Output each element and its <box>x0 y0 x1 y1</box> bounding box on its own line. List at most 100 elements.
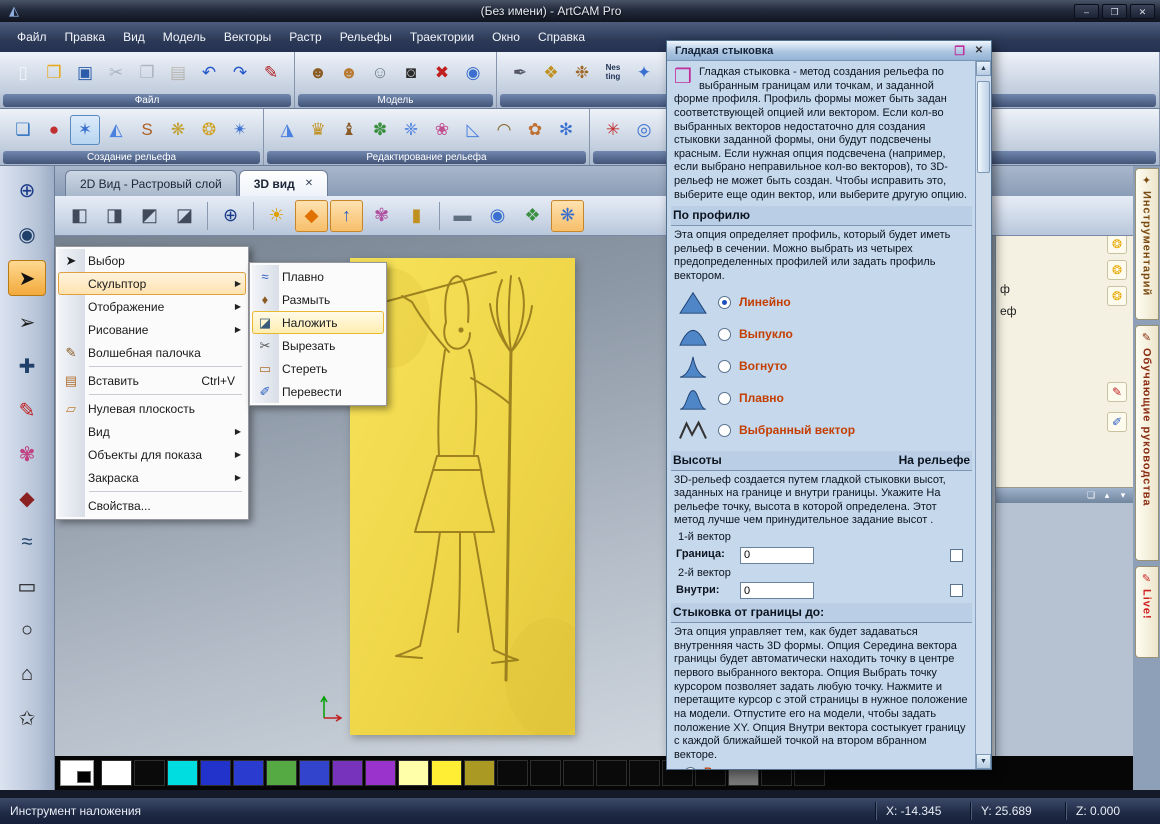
minimize-button[interactable]: – <box>1074 4 1099 19</box>
greyscale-view-icon[interactable]: ☺ <box>365 58 395 88</box>
menu-item-вырезать[interactable]: ✂Вырезать <box>252 334 384 357</box>
stamp-relief-icon[interactable]: ❀ <box>427 115 457 145</box>
blend-option[interactable]: В середине вектора границы <box>684 766 969 769</box>
menu-item-волшебная-палочка[interactable]: ✎Волшебная палочка <box>58 341 246 364</box>
color-swatch[interactable] <box>398 760 429 786</box>
relief-blob-icon[interactable]: ● <box>39 115 69 145</box>
texture-relief-icon[interactable]: ✴ <box>225 115 255 145</box>
color-swatch[interactable] <box>530 760 561 786</box>
scroll-up-icon[interactable]: ▲ <box>976 61 991 76</box>
stamp-gold-icon[interactable]: ❖ <box>536 58 566 88</box>
edit-page-icon[interactable]: ✒ <box>505 58 535 88</box>
color-swatch[interactable] <box>200 760 231 786</box>
scrollbar-thumb[interactable] <box>977 81 990 173</box>
tab-3d-view[interactable]: 3D вид✕ <box>239 170 328 196</box>
hint-bulb-icon[interactable]: ❂ <box>1107 234 1127 254</box>
menu-item-отображение[interactable]: Отображение▶ <box>58 295 246 318</box>
blue-curve-icon[interactable]: ✐ <box>1107 412 1127 432</box>
color-swatch[interactable] <box>266 760 297 786</box>
menu-item[interactable]: Правка <box>56 26 115 48</box>
red-curve-icon[interactable]: ✎ <box>1107 382 1127 402</box>
menu-item[interactable]: Окно <box>483 26 529 48</box>
copy-icon[interactable]: ❐ <box>132 58 162 88</box>
new-model-icon[interactable]: ▯ <box>8 58 38 88</box>
plane-view-icon[interactable]: ▬ <box>446 200 479 232</box>
tab-toolbox[interactable]: ✦Ин​струментарий <box>1135 168 1159 320</box>
menu-item-плавно[interactable]: ≈Плавно <box>252 265 384 288</box>
emboss-icon[interactable]: ❂ <box>194 115 224 145</box>
preview-icon[interactable]: ◙ <box>396 58 426 88</box>
dock-icon[interactable]: ❏ <box>1085 490 1097 501</box>
envelope-icon[interactable]: ◺ <box>458 115 488 145</box>
profile-option[interactable]: Выбранный вектор <box>674 415 969 447</box>
relief-sample-2-icon[interactable]: ☻ <box>334 58 364 88</box>
tab-tutorials[interactable]: ✎Обучающие руководства <box>1135 325 1159 561</box>
color-swatch[interactable] <box>431 760 462 786</box>
menu-item[interactable]: Модель <box>154 26 215 48</box>
light-bulb-icon[interactable]: ☀ <box>260 200 293 232</box>
notes-icon[interactable]: ✎ <box>256 58 286 88</box>
color-swatch[interactable] <box>464 760 495 786</box>
tab-live[interactable]: ✎Live! <box>1135 566 1159 658</box>
menu-item-рисование[interactable]: Рисование▶ <box>58 318 246 341</box>
circle-tool-icon[interactable]: ○ <box>8 612 46 648</box>
dialog-close-icon[interactable]: ✕ <box>972 45 986 56</box>
profile-option[interactable]: Линейно <box>674 287 969 319</box>
menu-item-размыть[interactable]: ♦Размыть <box>252 288 384 311</box>
inner-height-input[interactable] <box>740 582 814 599</box>
color-swatch[interactable] <box>596 760 627 786</box>
weave-icon[interactable]: ❋ <box>163 115 193 145</box>
menu-item-нулевая-плоскость[interactable]: ▱Нулевая плоскость <box>58 397 246 420</box>
z-axis-icon[interactable]: ↑ <box>330 200 363 232</box>
color-swatch[interactable] <box>233 760 264 786</box>
scale-relief-icon[interactable]: ✽ <box>365 115 395 145</box>
sculpt-pencil-icon[interactable]: ✎ <box>8 392 46 428</box>
hint-bulb-icon[interactable]: ❂ <box>1107 260 1127 280</box>
snowflake-icon[interactable]: ❋ <box>551 200 584 232</box>
color-swatch[interactable] <box>134 760 165 786</box>
profile-option[interactable]: Вогнуто <box>674 351 969 383</box>
erase-tool-icon[interactable]: ◆ <box>8 480 46 516</box>
vector-doctor-icon[interactable]: ✦ <box>629 58 659 88</box>
relief-sample-icon[interactable]: ☻ <box>303 58 333 88</box>
menu-item[interactable]: Растр <box>280 26 330 48</box>
save-model-icon[interactable]: ▣ <box>70 58 100 88</box>
menu-item[interactable]: Файл <box>8 26 56 48</box>
pick-tool-icon[interactable]: ➢ <box>8 304 46 340</box>
scroll-down-icon[interactable]: ▼ <box>976 754 991 769</box>
menu-item-скульптор[interactable]: Скульптор▶ <box>58 272 246 295</box>
collapse-icon[interactable]: ▴ <box>1101 490 1113 501</box>
lock-relief-icon[interactable]: ✻ <box>551 115 581 145</box>
mirror-relief-icon[interactable]: ♝ <box>334 115 364 145</box>
dialog-scrollbar[interactable]: ▲ ▼ <box>975 61 991 769</box>
menu-item[interactable]: Векторы <box>215 26 280 48</box>
hint-bulb-icon[interactable]: ❂ <box>1107 286 1127 306</box>
close-button[interactable]: ✕ <box>1130 4 1155 19</box>
spheres-icon[interactable]: ◉ <box>481 200 514 232</box>
menu-item-выбор[interactable]: ➤Выбор <box>58 249 246 272</box>
delete-model-icon[interactable]: ✖ <box>427 58 457 88</box>
menu-item[interactable]: Справка <box>529 26 594 48</box>
color-swatch[interactable] <box>332 760 363 786</box>
color-swatch[interactable] <box>167 760 198 786</box>
menu-item-вид[interactable]: Вид▶ <box>58 420 246 443</box>
transform-tool-icon[interactable]: ✚ <box>8 348 46 384</box>
offset-relief-icon[interactable]: ♛ <box>303 115 333 145</box>
maximize-button[interactable]: ❐ <box>1102 4 1127 19</box>
menu-item[interactable]: Вид <box>114 26 154 48</box>
menu-item-объекты-для-показа[interactable]: Объекты для показа▶ <box>58 443 246 466</box>
border-checkbox[interactable] <box>950 549 963 562</box>
color-swatch[interactable] <box>497 760 528 786</box>
menu-item-наложить[interactable]: ◪Наложить <box>252 311 384 334</box>
profile-radio[interactable] <box>718 392 731 405</box>
inner-checkbox[interactable] <box>950 584 963 597</box>
vector-circle-icon[interactable]: ◎ <box>629 115 659 145</box>
shape-editor-icon[interactable]: ❏ <box>8 115 38 145</box>
side-view-icon[interactable]: ◩ <box>133 200 166 232</box>
wireframe-sphere-icon[interactable]: ◉ <box>458 58 488 88</box>
menu-item-вставить[interactable]: ▤ВставитьCtrl+V <box>58 369 246 392</box>
profile-radio[interactable] <box>718 328 731 341</box>
pyramid-icon[interactable]: ◮ <box>272 115 302 145</box>
color-swatch[interactable] <box>365 760 396 786</box>
dialog-title-bar[interactable]: Гладкая стыковка ❒ ✕ <box>667 41 991 61</box>
